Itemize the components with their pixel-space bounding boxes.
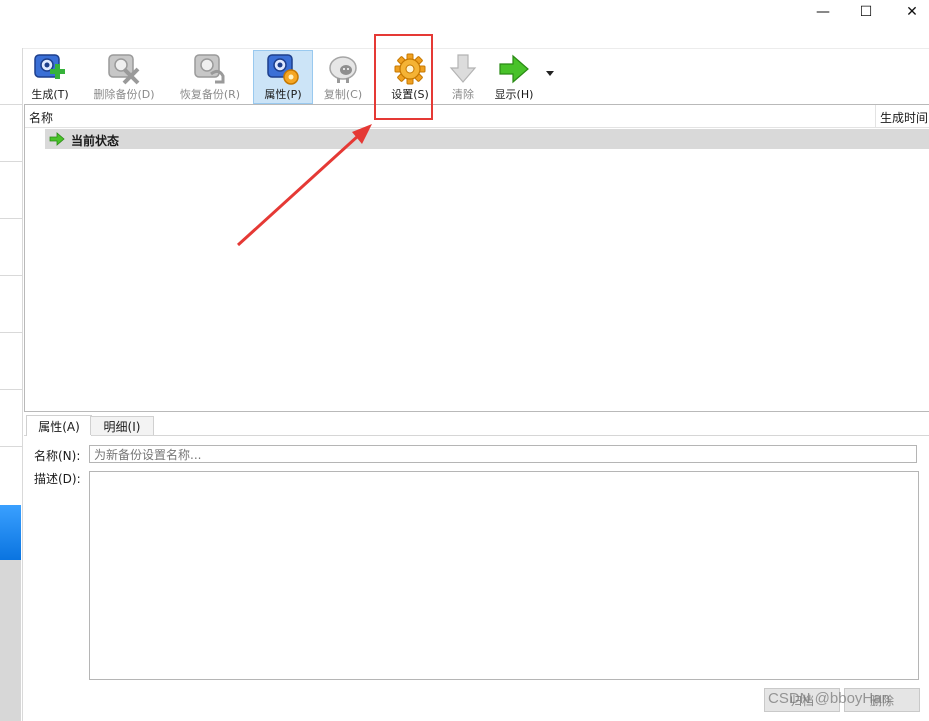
left-scroll-area <box>0 560 21 721</box>
tab-details[interactable]: 明细(I) <box>90 416 154 435</box>
name-label: 名称(N): <box>34 449 81 463</box>
left-divider <box>0 446 22 447</box>
show-dropdown-chevron-icon[interactable] <box>546 71 554 76</box>
show-button[interactable]: 显示(H) <box>489 51 539 103</box>
tree-item-current-state[interactable]: 当前状态 <box>45 129 929 149</box>
description-label: 描述(D): <box>34 472 81 486</box>
left-divider <box>0 389 22 390</box>
column-header-created-time[interactable]: 生成时间 <box>880 109 928 126</box>
tab-properties[interactable]: 属性(A) <box>26 415 92 436</box>
generate-button[interactable]: 生成(T) <box>27 51 73 103</box>
camera-restore-icon <box>192 51 228 87</box>
show-label: 显示(H) <box>494 88 534 101</box>
right-arrow-icon <box>496 51 532 87</box>
camera-properties-icon <box>265 51 301 87</box>
toolbar: 生成(T) 删除备份(D) 恢复备份(R) 属性(P) 复制(C) 设置(S) … <box>23 48 929 105</box>
properties-button[interactable]: 属性(P) <box>253 50 313 104</box>
left-divider <box>0 218 22 219</box>
delete-backup-button[interactable]: 删除备份(D) <box>89 51 159 103</box>
right-arrow-icon <box>49 131 65 150</box>
camera-add-icon <box>32 51 68 87</box>
left-divider <box>0 275 22 276</box>
generate-label: 生成(T) <box>31 88 69 101</box>
close-button[interactable]: ✕ <box>889 0 929 24</box>
minimize-icon: — <box>816 4 830 20</box>
snapshot-tree[interactable]: 名称 生成时间 当前状态 <box>24 104 929 412</box>
close-icon: ✕ <box>906 4 918 20</box>
minimize-button[interactable]: — <box>800 0 846 24</box>
left-divider <box>0 332 22 333</box>
tab-label: 明细(I) <box>103 419 141 434</box>
camera-delete-icon <box>106 51 142 87</box>
column-header-name[interactable]: 名称 <box>29 109 53 126</box>
watermark: CSDN @bboyHan <box>768 690 890 707</box>
delete-backup-label: 删除备份(D) <box>93 88 155 101</box>
restore-backup-button[interactable]: 恢复备份(R) <box>175 51 245 103</box>
details-tabs: 属性(A) 明细(I) <box>24 413 929 436</box>
name-input[interactable]: 为新备份设置名称... <box>89 445 917 463</box>
tree-item-label: 当前状态 <box>71 134 120 148</box>
column-divider[interactable] <box>875 105 876 127</box>
maximize-icon: ☐ <box>859 4 873 20</box>
left-divider <box>0 161 22 162</box>
copy-label: 复制(C) <box>323 88 363 101</box>
copy-button[interactable]: 复制(C) <box>317 51 369 103</box>
maximize-button[interactable]: ☐ <box>843 0 889 24</box>
clear-button[interactable]: 清除 <box>441 51 485 103</box>
properties-label: 属性(P) <box>264 88 302 101</box>
tab-label: 属性(A) <box>38 419 80 434</box>
clear-label: 清除 <box>452 88 474 101</box>
down-arrow-icon <box>445 51 481 87</box>
list-header: 名称 生成时间 <box>25 105 929 128</box>
left-divider <box>0 104 22 105</box>
highlight-box <box>374 34 433 120</box>
sheep-clone-icon <box>325 51 361 87</box>
left-selected-item[interactable] <box>0 505 21 560</box>
description-textarea[interactable] <box>89 471 919 680</box>
restore-backup-label: 恢复备份(R) <box>179 88 241 101</box>
